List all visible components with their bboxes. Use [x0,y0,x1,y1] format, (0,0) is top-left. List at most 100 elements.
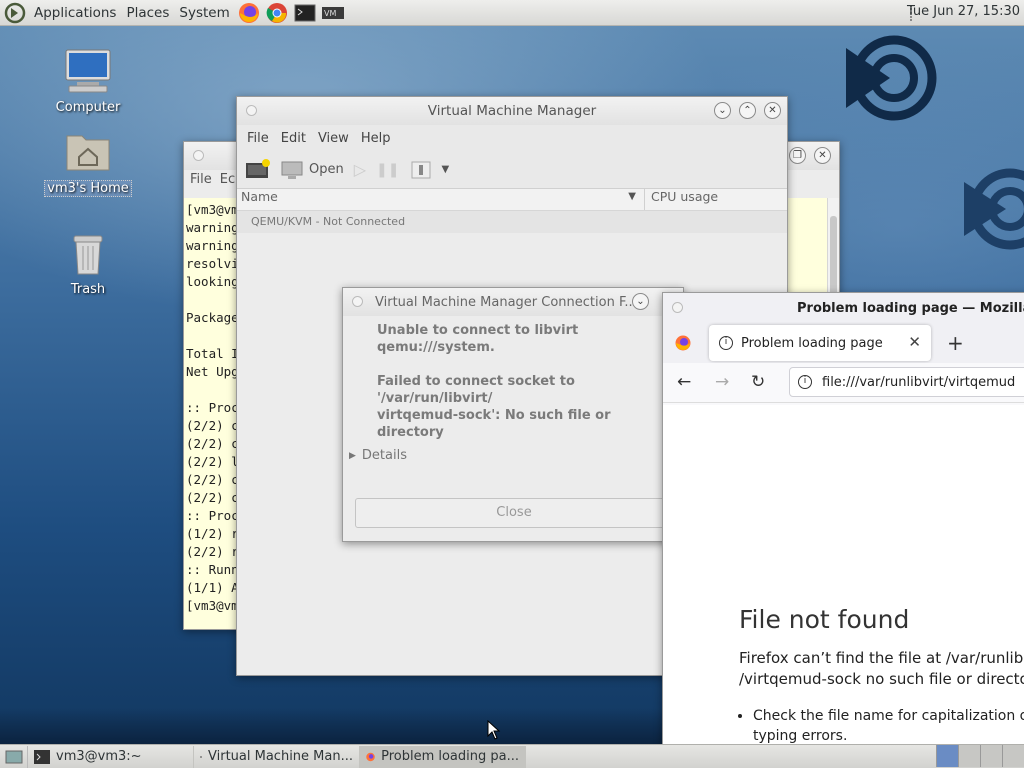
url-text: file:///var/runlibvirt/virtqemud [822,374,1016,390]
firefox-tabbar: i Problem loading page ✕ + [663,323,1024,363]
shutdown-menu-icon[interactable]: ▼ [442,164,450,175]
tab-close-icon[interactable]: ✕ [908,333,921,351]
new-vm-button[interactable] [245,158,271,181]
dialog-titlebar[interactable]: Virtual Machine Manager Connection F... … [343,288,683,316]
workspace-4[interactable] [1002,745,1024,767]
firefox-window[interactable]: Problem loading page — Mozilla Fire i Pr… [662,292,1024,752]
vmm-icon[interactable]: VM [321,2,345,24]
minimize-button[interactable]: ⌄ [714,102,731,119]
dialog-detail-2: virtqemud-sock': No such file or [377,408,611,423]
vmm-task-icon [200,755,203,758]
name-column-header[interactable]: Name ▼ [237,189,645,210]
home-desktop-icon[interactable]: vm3's Home [43,130,133,197]
shutdown-button[interactable] [410,160,432,180]
workspace-2[interactable] [958,745,980,767]
taskbar-terminal-label: vm3@vm3:~ [56,749,142,764]
trash-desktop-icon[interactable]: Trash [43,228,133,297]
svg-text:VM: VM [324,9,336,18]
suggestion-item: Check the file name for capitalization o… [753,706,1024,746]
show-desktop-icon[interactable] [0,745,28,768]
connection-error-dialog[interactable]: Virtual Machine Manager Connection F... … [342,287,684,542]
mate-logo-icon[interactable] [4,2,26,24]
vm-list-header: Name ▼ CPU usage [237,189,787,211]
cpu-column-label: CPU usage [651,189,719,204]
dialog-detail-3: directory [377,425,444,440]
new-vm-icon [246,158,270,178]
restore-button[interactable]: ❐ [789,147,806,164]
vmm-titlebar[interactable]: Virtual Machine Manager ⌄ ⌃ ✕ [237,97,787,125]
taskbar-vmm-label: Virtual Machine Man... [208,749,353,764]
open-button[interactable]: Open [281,160,344,180]
computer-icon [65,49,111,93]
error-text-line2: /virtqemud-sock no such file or directo [739,670,1024,688]
system-menu[interactable]: System [174,5,234,21]
dialog-detail-1: Failed to connect socket to '/var/run/li… [377,374,575,406]
window-menu-dot[interactable] [352,296,363,307]
vmm-menu-help[interactable]: Help [357,131,395,146]
applications-menu[interactable]: Applications [29,5,121,21]
home-folder-icon [66,135,110,171]
firefox-icon[interactable] [237,2,261,24]
workspace-switcher[interactable] [936,745,1024,768]
taskbar-terminal[interactable]: vm3@vm3:~ [28,745,194,768]
connection-row[interactable]: QEMU/KVM - Not Connected [237,211,787,233]
name-column-label: Name [241,189,278,204]
error-text-line1: Firefox can’t find the file at /var/runl… [739,649,1024,667]
dialog-title: Virtual Machine Manager Connection F... [375,294,637,310]
info-icon: i [719,336,733,350]
chrome-icon[interactable] [265,2,289,24]
expander-arrow-icon: ▶ [349,450,356,461]
monitor-icon [281,161,303,179]
details-label: Details [361,448,407,463]
workspace-1[interactable] [936,745,958,767]
dialog-body: Unable to connect to libvirt qemu:///sys… [343,316,683,441]
places-menu[interactable]: Places [121,5,174,21]
vmm-menu-view[interactable]: View [314,131,353,146]
details-expander[interactable]: ▶ Details [349,448,407,463]
page-info-icon[interactable]: i [798,375,812,389]
vmm-menu-file[interactable]: File [243,131,273,146]
home-label: vm3's Home [44,180,132,197]
clock[interactable]: Tue Jun 27, 15:30 [907,4,1020,19]
run-button[interactable]: ▷ [354,160,366,179]
vmm-menu-edit[interactable]: Edit [277,131,310,146]
url-bar[interactable]: i file:///var/runlibvirt/virtqemud [789,367,1024,397]
terminal-icon[interactable] [293,2,317,24]
wallpaper-logo-2 [964,168,1024,250]
close-button[interactable]: ✕ [814,147,831,164]
terminal-menu-file[interactable]: File [190,172,212,187]
suggestion-list: Check the file name for capitalization o… [753,706,1024,746]
vmm-toolbar: Open ▷ ❚❚ ▼ [237,151,787,189]
pause-button[interactable]: ❚❚ [376,162,399,178]
window-menu-dot[interactable] [193,150,204,161]
firefox-titlebar[interactable]: Problem loading page — Mozilla Fire [663,293,1024,323]
taskbar-firefox-label: Problem loading pa... [381,749,519,764]
tab-label: Problem loading page [741,335,883,351]
window-menu-dot[interactable] [672,302,683,313]
new-tab-button[interactable]: + [947,331,964,355]
taskbar-vmm[interactable]: Virtual Machine Man... [194,745,360,768]
cpu-column-header[interactable]: CPU usage [645,189,718,210]
firefox-page-content: File not found Firefox can’t find the fi… [663,405,1024,751]
taskbar-firefox[interactable]: Problem loading pa... [360,745,526,768]
computer-desktop-icon[interactable]: Computer [43,48,133,115]
computer-label: Computer [55,100,121,115]
firefox-navbar: ← → ↻ i file:///var/runlibvirt/virtqemud [663,363,1024,403]
shutdown-icon [411,161,431,178]
terminal-menu-edit[interactable]: Ec [220,172,235,187]
forward-button[interactable]: → [715,372,729,392]
suggestion-line2: typing errors. [753,728,848,744]
workspace-3[interactable] [980,745,1002,767]
close-button[interactable]: ✕ [764,102,781,119]
firefox-view-icon[interactable] [675,335,691,351]
dialog-minimize-button[interactable]: ⌄ [632,293,649,310]
sort-chevron-icon[interactable]: ▼ [628,191,636,202]
close-button[interactable]: Close [355,498,673,528]
tab-problem-loading[interactable]: i Problem loading page ✕ [709,325,931,361]
maximize-button[interactable]: ⌃ [739,102,756,119]
window-menu-dot[interactable] [246,105,257,116]
back-button[interactable]: ← [677,372,691,392]
dialog-message: Unable to connect to libvirt qemu:///sys… [377,323,579,355]
reload-button[interactable]: ↻ [751,372,765,392]
firefox-task-icon [366,752,375,761]
